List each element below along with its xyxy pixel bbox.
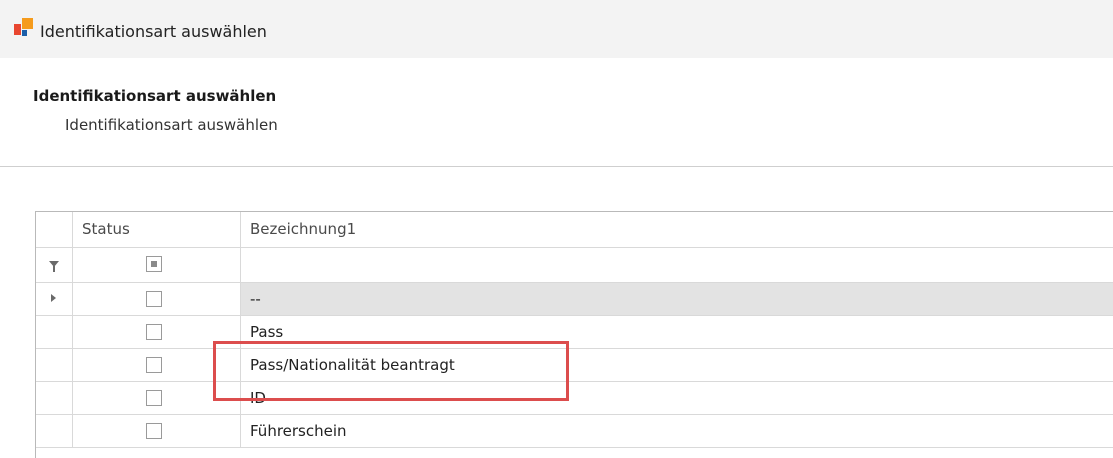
table-row[interactable]: Pass/Nationalität beantragt (36, 349, 1113, 382)
name-cell[interactable]: Führerschein (241, 415, 1113, 447)
filter-row (36, 248, 1113, 283)
status-cell[interactable] (73, 415, 241, 447)
identification-type-grid[interactable]: Status Bezeichnung1 -- Pass Pass/Nationa… (35, 211, 1113, 458)
status-checkbox[interactable] (146, 357, 162, 373)
title-bar: Identifikationsart auswählen (0, 0, 1113, 58)
filter-indicator-cell (36, 248, 73, 282)
column-header-name-label: Bezeichnung1 (250, 220, 357, 238)
status-cell[interactable] (73, 349, 241, 381)
row-indicator-cell (36, 316, 73, 348)
column-header-name[interactable]: Bezeichnung1 (241, 212, 1113, 247)
name-cell-text: Führerschein (250, 422, 347, 440)
filter-name-input[interactable] (241, 248, 1113, 282)
status-checkbox[interactable] (146, 291, 162, 307)
filter-status-checkbox[interactable] (146, 256, 162, 272)
status-cell[interactable] (73, 316, 241, 348)
status-checkbox[interactable] (146, 423, 162, 439)
row-indicator-cell (36, 283, 73, 315)
name-cell[interactable]: ID (241, 382, 1113, 414)
name-cell-text: Pass/Nationalität beantragt (250, 356, 455, 374)
status-checkbox[interactable] (146, 390, 162, 406)
column-header-status[interactable]: Status (73, 212, 241, 247)
table-row[interactable]: Führerschein (36, 415, 1113, 448)
name-cell[interactable]: Pass (241, 316, 1113, 348)
filter-status-cell[interactable] (73, 248, 241, 282)
page-heading: Identifikationsart auswählen (33, 87, 277, 105)
window-title: Identifikationsart auswählen (40, 22, 267, 41)
row-indicator-cell (36, 415, 73, 447)
row-pointer-icon (51, 294, 56, 302)
grid-header-row: Status Bezeichnung1 (36, 212, 1113, 248)
column-header-status-label: Status (82, 220, 130, 238)
row-indicator-cell (36, 382, 73, 414)
status-cell[interactable] (73, 382, 241, 414)
table-row[interactable]: -- (36, 283, 1113, 316)
header-indicator-cell (36, 212, 73, 247)
header-separator (0, 166, 1113, 167)
name-cell[interactable]: Pass/Nationalität beantragt (241, 349, 1113, 381)
filter-icon (49, 261, 59, 272)
app-logo-icon (14, 18, 34, 38)
name-cell-text: -- (250, 290, 261, 308)
row-indicator-cell (36, 349, 73, 381)
name-cell[interactable]: -- (241, 283, 1113, 315)
status-cell[interactable] (73, 283, 241, 315)
table-row[interactable]: ID (36, 382, 1113, 415)
table-row[interactable]: Pass (36, 316, 1113, 349)
status-checkbox[interactable] (146, 324, 162, 340)
name-cell-text: Pass (250, 323, 284, 341)
name-cell-text: ID (250, 389, 266, 407)
page-subheading: Identifikationsart auswählen (65, 116, 278, 134)
